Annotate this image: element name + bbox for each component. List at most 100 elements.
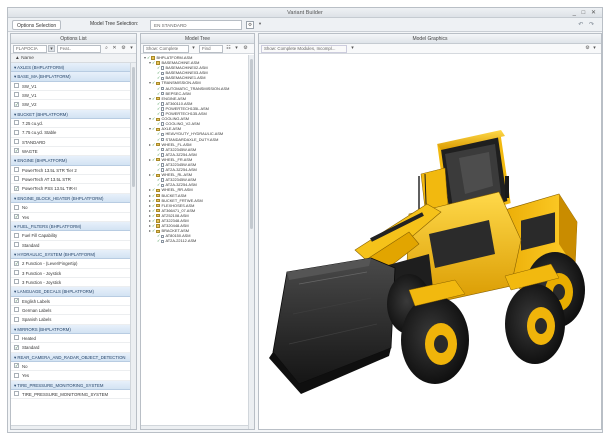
option-checkbox[interactable] — [14, 269, 19, 275]
model-tree-panel: Model Tree Show: Complete ▾ Find ☷ ▾ ⚙ ▾… — [140, 33, 255, 430]
model-tree-selection-label: Model Tree Selection: — [90, 21, 139, 27]
option-group-header[interactable]: ▾ LANGUAGE_DECALS (BHPLATFORM) — [11, 287, 130, 297]
option-group-header[interactable]: ▾ TIRE_PRESSURE_MONITORING_SYSTEM — [11, 380, 130, 391]
option-item[interactable]: ✓ Yes — [11, 213, 130, 222]
chevron-down-icon[interactable]: ▾ — [591, 45, 598, 52]
option-checkbox[interactable] — [14, 372, 19, 378]
option-item[interactable]: PowerTech 13.5L STR Tier 2 — [11, 166, 130, 176]
option-item[interactable]: Spanish Labels — [11, 315, 130, 325]
option-checkbox[interactable] — [14, 279, 19, 285]
option-item[interactable]: Fuel Fill Capability — [11, 231, 130, 241]
option-checkbox[interactable] — [14, 391, 19, 397]
option-group-label: ENGINE_BLOCK_HEATER (BHPLATFORM) — [17, 195, 104, 201]
option-item[interactable]: ✓ WAGTE — [11, 147, 130, 157]
option-item[interactable]: STANDARD — [11, 138, 130, 148]
model-viewport[interactable] — [259, 54, 601, 429]
option-checkbox[interactable] — [14, 167, 19, 173]
tree-find-input[interactable]: Find — [199, 45, 223, 53]
option-group-header[interactable]: ▾ BASE_MA (BHPLATFORM) — [11, 72, 130, 82]
option-item[interactable]: SW_V1 — [11, 91, 130, 101]
option-checkbox[interactable] — [14, 176, 19, 182]
option-checkbox[interactable]: ✓ — [14, 344, 19, 350]
option-group-header[interactable]: ▾ ENGINE_BLOCK_HEATER (BHPLATFORM) — [11, 193, 130, 204]
settings-icon[interactable]: ⚙ — [242, 45, 249, 52]
option-checkbox[interactable] — [14, 120, 19, 126]
option-checkbox[interactable]: ✓ — [14, 260, 19, 266]
window-controls[interactable]: _ □ ✕ — [573, 9, 598, 16]
option-group-label: AXLES (BHPLATFORM) — [17, 65, 65, 70]
option-label: Standard — [22, 345, 40, 351]
graphics-show-dropdown[interactable]: Show: Complete Modules, Incompl... — [261, 45, 347, 53]
chevron-down-icon[interactable]: ▾ — [190, 45, 197, 52]
option-group-header[interactable]: ▾ BUCKET (BHPLATFORM) — [11, 109, 130, 120]
graphics-settings-icon[interactable]: ⚙ — [584, 45, 591, 52]
option-checkbox[interactable]: ✓ — [14, 213, 19, 219]
tree-node[interactable]: ✓ AT2A-22112.ASM — [141, 238, 254, 243]
options-scrollbar[interactable] — [130, 63, 136, 429]
option-checkbox[interactable] — [14, 232, 19, 238]
option-checkbox[interactable] — [14, 204, 19, 210]
option-checkbox[interactable]: ✓ — [14, 363, 19, 369]
option-checkbox[interactable] — [14, 307, 19, 313]
filter-icon[interactable]: ▾ — [48, 45, 55, 52]
option-checkbox[interactable] — [14, 335, 19, 341]
tree-h-scrollbar[interactable] — [141, 425, 248, 429]
option-group-header[interactable]: ▾ HYDRAULIC_SYSTEM (BHPLATFORM) — [11, 249, 130, 260]
option-item[interactable]: TIRE_PRESSURE_MONITORING_SYSTEM — [11, 390, 130, 400]
option-checkbox[interactable] — [14, 83, 19, 89]
option-checkbox[interactable] — [14, 241, 19, 247]
option-checkbox[interactable] — [14, 92, 19, 98]
option-item[interactable]: ✓ No — [11, 362, 130, 372]
option-group-header[interactable]: ▾ REAR_CAMERA_AND_RADAR_OBJECT_DETECTION — [11, 352, 130, 362]
model-tree-toolbar: Show: Complete ▾ Find ☷ ▾ ⚙ — [141, 44, 254, 54]
option-item[interactable]: SW_V1 — [11, 82, 130, 92]
option-label: 3 Function - Joystick — [22, 279, 62, 285]
option-group-header[interactable]: ▾ FUEL_FILTERS (BHPLATFORM) — [11, 221, 130, 232]
option-item[interactable]: ✓ SW_V2 — [11, 100, 130, 110]
option-item[interactable]: ✓ PowerTech PSS 13.5L TIR-II — [11, 184, 130, 194]
option-item[interactable]: PowerTech AT 13.5L STR — [11, 175, 130, 185]
wheel-loader-model[interactable] — [259, 54, 601, 429]
option-item[interactable]: 7.25 cu.yd. — [11, 119, 130, 129]
chevron-down-icon[interactable]: ▾ — [256, 21, 264, 29]
chevron-down-icon[interactable]: ▾ — [349, 45, 356, 52]
tree-settings-icon[interactable]: ⚙ — [120, 45, 127, 52]
name-column-header[interactable]: ▲ Name — [11, 54, 136, 63]
filter-dropdown[interactable]: FLAPOCIA — [13, 45, 47, 53]
option-checkbox[interactable]: ✓ — [14, 297, 19, 303]
tree-show-dropdown[interactable]: Show: Complete — [143, 45, 189, 53]
search-icon[interactable]: ⌕ — [103, 45, 110, 52]
option-checkbox[interactable] — [14, 129, 19, 135]
clear-icon[interactable]: ✕ — [111, 45, 118, 52]
settings-icon[interactable]: ⚙ — [246, 21, 254, 29]
option-checkbox[interactable]: ✓ — [14, 148, 19, 154]
option-label: Yes — [22, 214, 30, 220]
option-group-header[interactable]: ▾ AXLES (BHPLATFORM) — [11, 63, 130, 73]
option-item[interactable]: Yes — [11, 371, 130, 381]
option-item[interactable]: Standard — [11, 241, 130, 250]
option-item[interactable]: 7.75 cu.yd. Stable — [11, 128, 130, 138]
option-checkbox[interactable] — [14, 139, 19, 145]
option-group-header[interactable]: ▾ MIRRORS (BHPLATFORM) — [11, 324, 130, 334]
option-group-header[interactable]: ▾ ENGINE (BHPLATFORM) — [11, 156, 130, 166]
option-item[interactable]: German Labels — [11, 306, 130, 316]
option-item[interactable]: ✓ 2 Function - (Lever/Fingertip) — [11, 259, 130, 269]
undo-redo-icons[interactable]: ↶ ↷ — [578, 21, 596, 28]
option-checkbox[interactable]: ✓ — [14, 185, 19, 191]
options-search-input[interactable]: Feat.. — [57, 45, 101, 53]
option-item[interactable]: 3 Function - Joystick — [11, 269, 130, 278]
option-item[interactable]: 3 Function - Joystick — [11, 278, 130, 288]
model-tree-selection-dropdown[interactable]: EN STANDARD — [150, 20, 242, 30]
option-item[interactable]: Heated — [11, 334, 130, 344]
options-selection-button[interactable]: Options Selection — [12, 20, 62, 30]
chevron-down-icon[interactable]: ▾ — [233, 45, 240, 52]
option-item[interactable]: ✓ English Labels — [11, 297, 130, 306]
columns-icon[interactable]: ☷ — [225, 45, 232, 52]
tree-scrollbar[interactable] — [248, 55, 254, 429]
option-checkbox[interactable]: ✓ — [14, 101, 19, 107]
option-item[interactable]: No — [11, 203, 130, 213]
options-h-scrollbar[interactable] — [11, 425, 130, 429]
chevron-down-icon[interactable]: ▾ — [128, 45, 135, 52]
option-item[interactable]: ✓ Standard — [11, 343, 130, 353]
option-checkbox[interactable] — [14, 316, 19, 322]
